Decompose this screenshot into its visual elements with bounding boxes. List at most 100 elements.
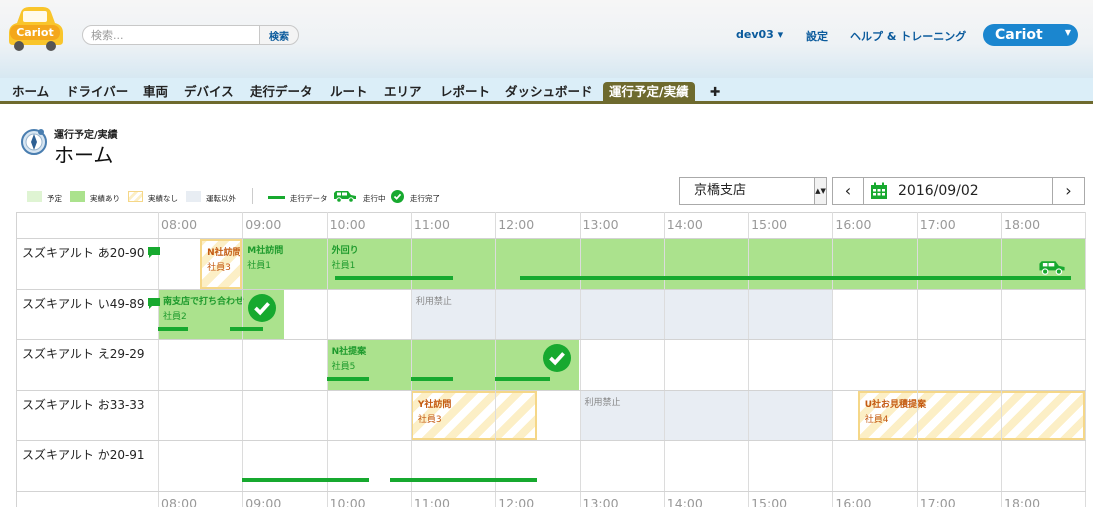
hour-header: 15:00 <box>751 217 788 232</box>
vehicle-label[interactable]: スズキアルト あ20-90 <box>22 244 160 261</box>
legend-divider <box>252 188 253 204</box>
schedule-block-driver: 社員3 <box>207 263 231 273</box>
page-title: ホーム <box>54 143 114 167</box>
search-button[interactable]: 検索 <box>259 25 299 45</box>
schedule-block[interactable]: 南支店で打ち合わせ 社員2 <box>158 289 285 339</box>
schedule-block[interactable]: M社訪問社員1 <box>242 239 327 289</box>
date-value: 2016/09/02 <box>898 183 979 199</box>
schedule-block[interactable]: 利用禁止 <box>579 390 833 440</box>
next-date-button[interactable]: › <box>1052 177 1085 205</box>
grid-row-line <box>16 490 1086 492</box>
schedule-block-driver: 社員1 <box>247 261 272 271</box>
tab-bar: ホーム ドライバー 車両 デバイス 走行データ ルート エリア レポート ダッシュボード 運行予定… <box>0 78 1093 104</box>
tab-3[interactable]: デバイス <box>184 82 234 104</box>
tab-0[interactable]: ホーム <box>12 82 49 104</box>
vehicle-label[interactable]: スズキアルト え29-29 <box>22 345 145 362</box>
tab-4[interactable]: 走行データ <box>250 82 313 104</box>
legend-swatch-3 <box>186 191 201 202</box>
grid-row-line <box>16 440 1086 441</box>
schedule-block[interactable]: N社訪問社員3 <box>200 239 243 289</box>
hour-header: 10:00 <box>329 217 366 232</box>
legend-label: 実績あり <box>90 194 120 203</box>
calendar-icon[interactable] <box>870 182 888 200</box>
hour-header: 13:00 <box>582 217 619 232</box>
legend-swatch-0 <box>27 191 42 202</box>
trip-data-line[interactable] <box>242 478 369 482</box>
tab-9[interactable]: 運行予定/実績 <box>603 82 695 104</box>
schedule-block-driver: 社員1 <box>331 261 356 271</box>
legend-label: 予定 <box>47 194 62 203</box>
trip-data-line[interactable] <box>335 276 454 280</box>
schedule-block-driver: 社員2 <box>163 311 187 322</box>
schedule-block[interactable]: Y社訪問 社員3 <box>410 390 538 440</box>
settings-link[interactable]: 設定 <box>806 28 828 44</box>
hour-footer: 09:00 <box>245 495 282 507</box>
trip-data-line[interactable] <box>389 478 538 482</box>
grid-column-line <box>663 212 665 507</box>
trip-data-line[interactable] <box>229 326 264 331</box>
schedule-block-title: Y社訪問 <box>417 399 452 410</box>
hour-header: 11:00 <box>413 217 450 232</box>
grid-column-line <box>916 212 918 507</box>
schedule-block[interactable]: N社提案 社員5 <box>326 340 580 390</box>
vehicle-name: スズキアルト い49-89 <box>22 296 145 311</box>
schedule-block[interactable]: 利用禁止 <box>410 289 833 339</box>
message-icon[interactable] <box>147 247 160 258</box>
car-icon <box>334 191 356 203</box>
grid-column-line <box>832 212 834 507</box>
trip-data-line[interactable] <box>410 377 454 381</box>
tab-7[interactable]: レポート <box>440 82 490 104</box>
grid-row-line <box>16 238 1086 239</box>
tab-2[interactable]: 車両 <box>143 82 168 104</box>
hour-footer: 10:00 <box>329 495 366 507</box>
vehicle-name: スズキアルト え29-29 <box>22 347 145 361</box>
date-display[interactable]: 2016/09/02 <box>863 177 1053 205</box>
help-training-link[interactable]: ヘルプ & トレーニング <box>850 28 966 44</box>
grid-column-line <box>1085 212 1087 507</box>
check-circle-icon <box>248 293 277 322</box>
user-menu[interactable]: dev03 ▾ <box>736 28 783 41</box>
grid-column-line <box>748 212 750 507</box>
trip-data-line[interactable] <box>158 326 188 331</box>
hour-footer: 16:00 <box>835 495 872 507</box>
trip-data-line[interactable] <box>326 377 369 381</box>
previous-date-button[interactable]: ‹ <box>832 177 864 205</box>
app-switcher-button[interactable]: Cariot ▼ <box>983 24 1078 46</box>
grid-column-line <box>1001 212 1002 507</box>
grid-row-line <box>16 389 1086 391</box>
message-icon[interactable] <box>147 297 160 309</box>
vehicle-label[interactable]: スズキアルト お33-33 <box>22 396 145 413</box>
trip-data-line[interactable] <box>495 377 550 381</box>
grid-column-line <box>495 212 497 507</box>
cariot-logo[interactable]: Cariot <box>3 3 65 51</box>
hour-footer: 18:00 <box>1004 495 1041 507</box>
legend-trip-label: 走行データ <box>290 194 328 203</box>
grid-row-line <box>16 288 1086 290</box>
tab-6[interactable]: エリア <box>384 82 422 104</box>
schedule-block[interactable]: U社お見積提案 社員4 <box>857 390 1086 440</box>
legend-trip-line <box>268 196 285 199</box>
schedule-block-title: M社訪問 <box>247 246 284 256</box>
schedule-block-driver: 社員5 <box>331 362 356 372</box>
hour-footer: 12:00 <box>498 495 535 507</box>
schedule-block-title: 南支店で打ち合わせ <box>163 296 245 307</box>
branch-select[interactable]: 京橋支店 ▲▼ <box>679 177 827 205</box>
tab-1[interactable]: ドライバー <box>66 82 128 104</box>
schedule-block[interactable]: 外回り 社員1 <box>326 239 1086 289</box>
add-tab-icon[interactable]: ✚ <box>710 82 720 104</box>
tab-5[interactable]: ルート <box>330 82 368 104</box>
search-input[interactable] <box>82 25 260 45</box>
schedule-block-title: N社訪問 <box>207 248 242 258</box>
trip-data-line[interactable] <box>520 276 1071 280</box>
hour-footer: 17:00 <box>919 495 956 507</box>
hour-header: 09:00 <box>245 217 282 232</box>
vehicle-label[interactable]: スズキアルト か20-91 <box>22 446 145 463</box>
vehicle-label[interactable]: スズキアルト い49-89 <box>22 295 160 312</box>
hour-header: 08:00 <box>161 217 198 232</box>
tab-8[interactable]: ダッシュボード <box>505 82 593 104</box>
svg-text:Cariot: Cariot <box>16 26 54 39</box>
header: Cariot 検索 dev03 ▾ 設定 ヘルプ & トレーニング Cariot… <box>0 0 1093 78</box>
legend-label: 運転以外 <box>206 194 236 203</box>
schedule-block-title: 利用禁止 <box>584 397 621 408</box>
check-circle-icon <box>391 190 404 203</box>
